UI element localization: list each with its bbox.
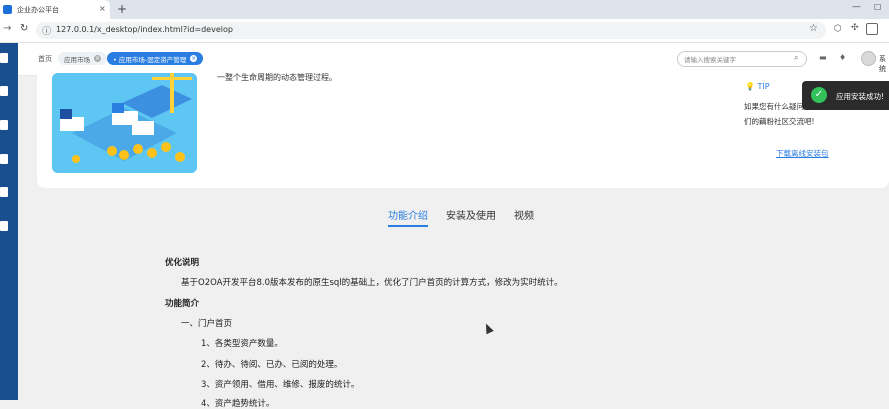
breadcrumb-app-market[interactable]: 应用市场 ×: [58, 52, 107, 65]
reload-icon[interactable]: ↻: [20, 23, 28, 34]
list-item: 3、资产领用、借用、维修、报废的统计。: [201, 380, 360, 390]
profile-window-icon[interactable]: [866, 23, 878, 35]
app-detail-card: 一整个生命周期的动态管理过程。 💡 TIP 如果您有什么疑问 们的藕粉社区交流吧…: [37, 73, 889, 188]
list-icon[interactable]: [0, 154, 8, 164]
tab-feature-intro[interactable]: 功能介绍: [388, 207, 428, 222]
document-icon[interactable]: [0, 187, 8, 197]
tab-install-usage[interactable]: 安装及使用: [446, 207, 496, 222]
app-sidebar: [0, 43, 18, 400]
monitor-icon[interactable]: [0, 120, 8, 130]
avatar[interactable]: [861, 51, 876, 66]
browser-tabbar: 企业办公平台 × + — ☐: [0, 0, 889, 19]
breadcrumb-current[interactable]: • 应用市场-固定资产管理 ×: [107, 52, 204, 65]
restore-button[interactable]: ☐: [874, 3, 881, 12]
message-icon[interactable]: ▬: [819, 53, 827, 62]
tab-title: 企业办公平台: [17, 5, 59, 14]
list-item: 2、待办、待阅、已办、已阅的处理。: [201, 360, 343, 370]
isometric-illustration: [52, 73, 197, 173]
breadcrumb-current-label: • 应用市场-固定资产管理: [113, 55, 187, 64]
bookmark-star-icon[interactable]: ☆: [809, 23, 818, 34]
tab-close-icon[interactable]: ×: [99, 4, 106, 13]
close-tab-icon[interactable]: ×: [94, 55, 101, 62]
search-input[interactable]: 请输入搜索关键字 ⌕: [677, 51, 807, 67]
list-item: 4、资产趋势统计。: [201, 399, 275, 409]
settings-icon[interactable]: [0, 221, 8, 231]
tip-heading: 💡 TIP: [745, 82, 770, 91]
list-item: 一、门户首页: [181, 319, 233, 329]
active-tab-indicator: [388, 225, 428, 227]
list-item: 1、各类型资产数量。: [201, 339, 283, 349]
new-tab-button[interactable]: +: [117, 2, 127, 16]
app-icon[interactable]: [0, 86, 8, 96]
address-bar[interactable]: ⓘ 127.0.0.1/x_desktop/index.html?id=deve…: [36, 22, 826, 39]
success-toast: ✓ 应用安装成功!: [802, 81, 889, 110]
mouse-cursor-icon: [482, 321, 494, 335]
site-favicon-icon: [3, 5, 12, 14]
heading-optimization: 优化说明: [165, 258, 200, 268]
extension-icon[interactable]: ⬡: [834, 24, 842, 34]
tip-line: 如果您有什么疑问: [744, 102, 804, 111]
home-icon[interactable]: [0, 53, 8, 63]
url-text[interactable]: 127.0.0.1/x_desktop/index.html?id=develo…: [56, 25, 233, 34]
breadcrumb-app-market-label: 应用市场: [64, 55, 90, 64]
site-info-icon[interactable]: ⓘ: [42, 24, 51, 37]
close-tab-icon[interactable]: ×: [190, 55, 198, 62]
download-offline-package-link[interactable]: 下载离线安装包: [776, 148, 829, 159]
check-icon: ✓: [811, 87, 827, 103]
back-arrow-icon[interactable]: →: [3, 23, 11, 34]
paragraph-optimization: 基于O2OA开发平台8.0版本发布的原生sql的基础上，优化了门户首页的计算方式…: [181, 278, 563, 288]
puzzle-icon[interactable]: ✣: [851, 23, 859, 33]
lightbulb-icon: 💡: [745, 82, 755, 91]
app-hero-image: [52, 73, 197, 173]
toast-message: 应用安装成功!: [836, 92, 885, 101]
user-name[interactable]: 系统: [879, 54, 889, 74]
search-placeholder: 请输入搜索关键字: [684, 56, 736, 64]
app-header: 首页 应用市场 × • 应用市场-固定资产管理 × 请输入搜索关键字 ⌕ ▬ ♦…: [18, 43, 889, 76]
breadcrumb-home[interactable]: 首页: [38, 54, 52, 64]
tip-line: 们的藕粉社区交流吧!: [744, 117, 815, 126]
skin-icon[interactable]: ♦: [839, 53, 846, 62]
tip-title: TIP: [757, 82, 770, 91]
search-icon[interactable]: ⌕: [794, 53, 798, 63]
tab-video[interactable]: 视频: [514, 207, 534, 222]
app-description: 一整个生命周期的动态管理过程。: [217, 73, 337, 82]
heading-features: 功能简介: [165, 299, 200, 309]
browser-toolbar: → ↻ ⓘ 127.0.0.1/x_desktop/index.html?id=…: [0, 19, 889, 43]
minimize-button[interactable]: —: [852, 2, 861, 12]
browser-tab[interactable]: 企业办公平台 ×: [0, 0, 110, 19]
